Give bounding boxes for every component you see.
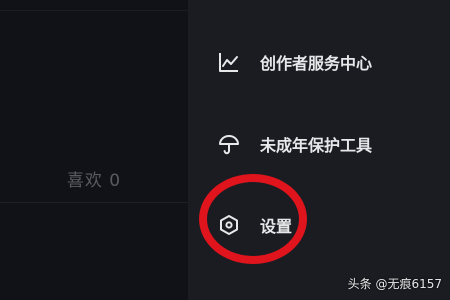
chart-line-icon — [216, 49, 242, 75]
side-drawer-menu: 创作者服务中心 未成年保护工具 设置 — [188, 0, 450, 300]
menu-item-label: 设置 — [260, 217, 293, 236]
menu-item-creator-service-center[interactable]: 创作者服务中心 — [216, 47, 372, 77]
divider — [0, 202, 188, 203]
menu-item-label: 创作者服务中心 — [260, 54, 373, 73]
watermark: 头条 @无痕6157 — [347, 277, 442, 291]
umbrella-icon — [216, 131, 242, 157]
hexagon-settings-icon — [216, 212, 242, 238]
menu-item-settings[interactable]: 设置 — [216, 210, 292, 240]
menu-item-minor-protection-tool[interactable]: 未成年保护工具 — [216, 129, 372, 159]
profile-pane: 喜欢 0 — [0, 0, 188, 300]
divider — [0, 10, 188, 11]
likes-count[interactable]: 喜欢 0 — [0, 166, 188, 191]
menu-item-label: 未成年保护工具 — [260, 136, 373, 155]
